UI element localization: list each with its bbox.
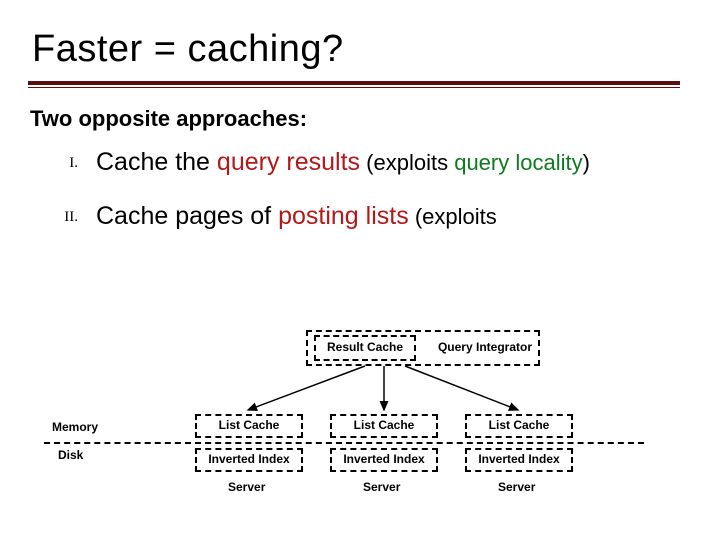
text-paren: (exploits bbox=[409, 204, 497, 229]
server-label: Server bbox=[498, 480, 535, 494]
server-label: Server bbox=[363, 480, 400, 494]
item-list: I. Cache the query results (exploits que… bbox=[38, 146, 690, 234]
inverted-index-label: Inverted Index bbox=[343, 453, 424, 466]
inverted-index-label: Inverted Index bbox=[208, 453, 289, 466]
list-cache-box: List Cache bbox=[465, 414, 573, 438]
memory-disk-divider bbox=[44, 442, 644, 444]
inverted-index-box: Inverted Index bbox=[330, 448, 438, 472]
architecture-diagram: Query Integrator Result Cache Memory Dis… bbox=[100, 330, 640, 520]
item-text: Cache the query results (exploits query … bbox=[96, 146, 690, 180]
list-item: II. Cache pages of posting lists (exploi… bbox=[38, 200, 690, 234]
list-cache-label: List Cache bbox=[489, 419, 550, 432]
text-plain: Cache the bbox=[96, 148, 217, 176]
slide-body: Two opposite approaches: I. Cache the qu… bbox=[28, 88, 700, 234]
slide-title: Faster = caching? bbox=[28, 28, 700, 79]
inverted-index-box: Inverted Index bbox=[465, 448, 573, 472]
text-paren: (exploits bbox=[360, 150, 454, 175]
item-number: I. bbox=[38, 146, 96, 180]
list-cache-label: List Cache bbox=[219, 419, 280, 432]
inverted-index-label: Inverted Index bbox=[478, 453, 559, 466]
text-green: query locality bbox=[454, 150, 582, 175]
item-number: II. bbox=[38, 200, 96, 234]
list-cache-label: List Cache bbox=[354, 419, 415, 432]
text-highlight: posting lists bbox=[278, 202, 409, 230]
item-text: Cache pages of posting lists (exploits bbox=[96, 200, 690, 234]
list-cache-box: List Cache bbox=[330, 414, 438, 438]
text-plain: Cache pages of bbox=[96, 202, 278, 230]
disk-label: Disk bbox=[58, 448, 83, 462]
intro-text: Two opposite approaches: bbox=[30, 106, 690, 132]
title-rule-thick bbox=[28, 81, 680, 85]
list-item: I. Cache the query results (exploits que… bbox=[38, 146, 690, 180]
slide: Faster = caching? Two opposite approache… bbox=[0, 0, 720, 234]
text-highlight: query results bbox=[217, 148, 360, 176]
inverted-index-box: Inverted Index bbox=[195, 448, 303, 472]
text-paren-close: ) bbox=[583, 150, 590, 175]
list-cache-box: List Cache bbox=[195, 414, 303, 438]
memory-label: Memory bbox=[52, 420, 98, 434]
server-label: Server bbox=[228, 480, 265, 494]
